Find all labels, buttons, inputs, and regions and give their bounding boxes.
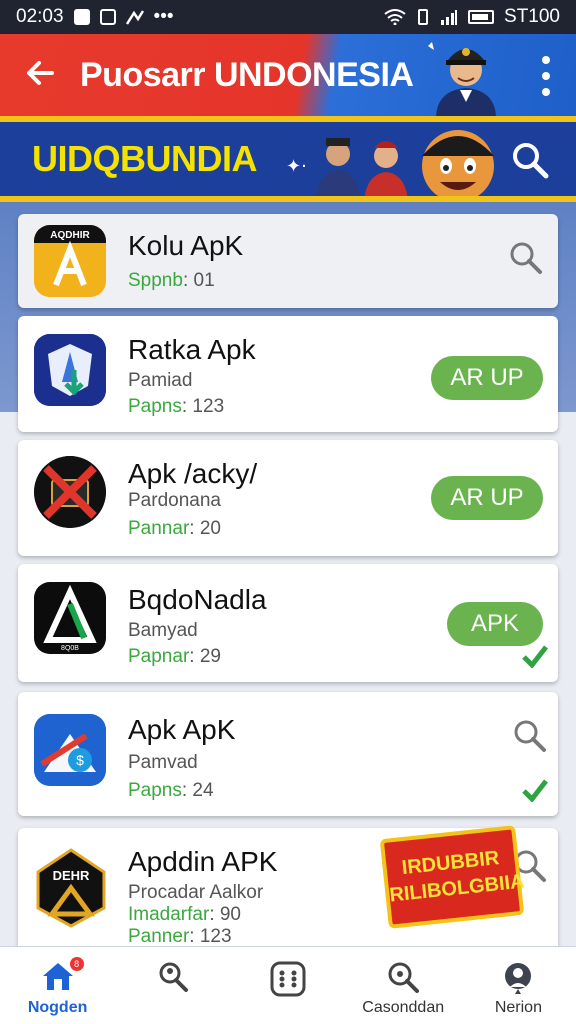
nav-label: Nerion (494, 999, 542, 1016)
check-icon (522, 645, 548, 668)
promo-banner[interactable]: UIDQBUNDIA ✦· (0, 116, 576, 202)
update-button[interactable]: AR UP (431, 356, 543, 400)
banner-characters-image: ✦· (286, 130, 494, 202)
svg-text:8Q0B: 8Q0B (61, 645, 79, 652)
shield-download-icon (34, 334, 106, 406)
search-icon[interactable] (512, 718, 548, 754)
banner-title: UIDQBUNDIA (32, 138, 258, 179)
app-subtitle: Bamyad (128, 620, 198, 641)
app-meta: Papns: 123 (128, 396, 225, 417)
app-subtitle: Pamiad (128, 370, 193, 391)
app-name: BqdoNadla (128, 584, 267, 615)
app-meta: Sppnb: 01 (128, 270, 215, 291)
arrow-shield-icon: $ (34, 714, 106, 786)
more-notifications-icon: ••• (153, 6, 174, 27)
nav-label: Nogden (27, 999, 88, 1016)
app-title: Puosarr UNDONESIA (80, 55, 414, 94)
app-meta: Papnar: 29 (128, 646, 221, 667)
nav-search[interactable]: Casonddan (346, 947, 461, 1024)
app-subtitle: Pardonana (128, 490, 221, 511)
app-list-item[interactable]: AQDHIR Kolu ApK Sppnb: 01 (18, 214, 558, 308)
back-arrow-icon[interactable] (0, 53, 80, 98)
app-name: Apk ApK (128, 714, 236, 745)
notification-icon (73, 9, 90, 25)
nav-label: Casonddan (362, 999, 445, 1016)
signal-icon (125, 10, 144, 25)
blocked-app-icon (34, 456, 106, 528)
overflow-menu-icon[interactable] (540, 56, 552, 96)
status-bar: 02:03 ••• ST100 (0, 0, 576, 34)
notification-badge: 8 (69, 957, 84, 971)
battery-icon (468, 10, 495, 24)
notification-icon (99, 9, 116, 25)
svg-text:✦·: ✦· (286, 156, 307, 177)
apps-grid-icon (270, 961, 306, 997)
check-icon (522, 779, 548, 802)
app-list-item[interactable]: Apk /acky/ Pardonana Pannar: 20 AR UP (18, 440, 558, 556)
wifi-icon (384, 9, 406, 25)
svg-text:DEHR: DEHR (53, 868, 90, 883)
app-name: Kolu ApK (128, 230, 244, 261)
app-meta: Papns: 24 (128, 780, 214, 801)
status-right-text: ST100 (504, 6, 560, 27)
app-subtitle: Procadar Aalkor (128, 882, 264, 903)
search-person-icon (159, 962, 188, 992)
triangle-logo-icon: 8Q0B (34, 582, 106, 654)
apk-button[interactable]: APK (447, 602, 543, 646)
app-meta: Panner: 123 (128, 926, 232, 947)
search-icon[interactable] (508, 240, 544, 276)
app-bar: Puosarr UNDONESIA (0, 34, 576, 116)
search-icon[interactable] (510, 140, 550, 180)
svg-text:AQDHIR: AQDHIR (50, 230, 90, 241)
promo-stamp: IRDUBBIR RILIBOLGBIIA (379, 825, 526, 929)
nav-home[interactable]: 8 Nogden (0, 947, 115, 1024)
status-time: 02:03 (16, 6, 64, 27)
nav-apps[interactable] (230, 947, 345, 1024)
profile-icon (505, 963, 532, 994)
nav-profile[interactable]: Nerion (461, 947, 576, 1024)
diamond-logo-icon: DEHR (36, 848, 106, 928)
app-list-item[interactable]: Ratka Apk Pamiad Papns: 123 AR UP (18, 316, 558, 432)
vibrate-icon (418, 9, 429, 25)
app-name: Apddin APK (128, 846, 278, 877)
nav-search-people[interactable] (115, 947, 230, 1024)
cell-signal-icon (441, 10, 458, 25)
app-subtitle: Pamvad (128, 752, 198, 773)
apk-logo-icon: AQDHIR (34, 225, 106, 297)
update-button[interactable]: AR UP (431, 476, 543, 520)
svg-text:$: $ (76, 752, 84, 768)
app-list-item[interactable]: $ Apk ApK Pamvad Papns: 24 (18, 692, 558, 816)
app-name: Apk /acky/ (128, 458, 258, 489)
app-name: Ratka Apk (128, 334, 256, 365)
mascot-avatar (428, 42, 496, 116)
search-icon (388, 962, 420, 993)
app-list-item[interactable]: 8Q0B BqdoNadla Bamyad Papnar: 29 APK (18, 564, 558, 682)
app-meta: Imadarfar: 90 (128, 904, 242, 925)
bottom-nav: 8 Nogden Casonddan Nerion (0, 946, 576, 1024)
app-meta: Pannar: 20 (128, 518, 221, 539)
